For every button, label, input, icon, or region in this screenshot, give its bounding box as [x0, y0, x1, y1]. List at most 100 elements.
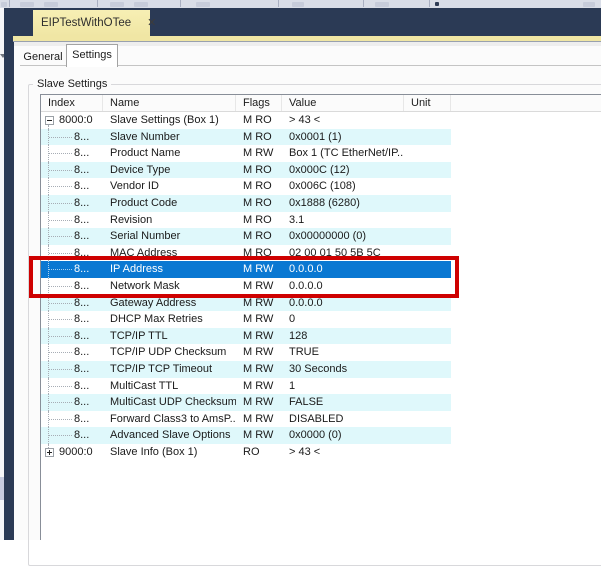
row-flags: M RW [236, 378, 282, 395]
row-flags: M RO [236, 129, 282, 146]
row-name: MultiCast TTL [103, 378, 236, 395]
row-flags: M RW [236, 361, 282, 378]
row-index: 8... [74, 295, 89, 312]
column-header-name[interactable]: Name [103, 95, 236, 111]
tree-line [49, 203, 72, 204]
row-value: 1 [282, 378, 404, 395]
row-value: 02 00 01 50 5B 5C [282, 245, 404, 262]
row-value: 0x1888 (6280) [282, 195, 404, 212]
row-unit [404, 261, 451, 278]
toolbar-button-partial[interactable] [583, 2, 595, 7]
row-index: 8... [74, 129, 89, 146]
tree-line [49, 253, 72, 254]
toolbar-button-partial[interactable] [292, 2, 304, 7]
row-value: DISABLED [282, 411, 404, 428]
row-value: 0.0.0.0 [282, 261, 404, 278]
tab-settings[interactable]: Settings [66, 44, 118, 67]
row-index: 8... [74, 145, 89, 162]
toolbar-button-partial[interactable] [1, 2, 7, 7]
table-row[interactable]: 8... Gateway Address M RW 0.0.0.0 [41, 295, 451, 312]
table-row[interactable]: 8... Vendor ID M RO 0x006C (108) [41, 178, 451, 195]
shell-left-strip [4, 8, 14, 540]
row-name: Product Name [103, 145, 236, 162]
row-name: Forward Class3 to AmsP... [103, 411, 236, 428]
toolbar-button-partial[interactable] [134, 2, 148, 7]
row-unit [404, 112, 451, 129]
table-row[interactable]: 8... MAC Address M RO 02 00 01 50 5B 5C [41, 245, 451, 262]
table-row[interactable]: 8... TCP/IP TTL M RW 128 [41, 328, 451, 345]
row-name: Slave Settings (Box 1) [103, 112, 236, 129]
toolbar-button-partial[interactable] [110, 2, 124, 7]
row-name: Vendor ID [103, 178, 236, 195]
row-unit [404, 427, 451, 444]
row-name: TCP/IP TCP Timeout [103, 361, 236, 378]
table-row[interactable]: 8... Product Code M RO 0x1888 (6280) [41, 195, 451, 212]
tree-line [49, 269, 72, 270]
toolbar-dropdown-dot[interactable] [435, 2, 439, 6]
table-row[interactable]: 8... Slave Number M RO 0x0001 (1) [41, 129, 451, 146]
table-row[interactable]: 8... MultiCast TTL M RW 1 [41, 378, 451, 395]
row-unit [404, 295, 451, 312]
row-name: IP Address [103, 261, 236, 278]
row-index: 8... [74, 178, 89, 195]
table-row[interactable]: 8000:0 Slave Settings (Box 1) M RO > 43 … [41, 112, 451, 129]
table-row[interactable]: 9000:0 Slave Info (Box 1) RO > 43 < [41, 444, 451, 461]
row-index: 8... [74, 328, 89, 345]
toolbar-button-partial[interactable] [20, 2, 34, 7]
toolbar-sliver [0, 0, 601, 8]
row-index-cell: 8... [41, 394, 103, 411]
table-row[interactable]: 8... Network Mask M RW 0.0.0.0 [41, 278, 451, 295]
tree-line [49, 303, 72, 304]
table-row[interactable]: 8... MultiCast UDP Checksum M RW FALSE [41, 394, 451, 411]
row-index-cell: 8... [41, 328, 103, 345]
toolbar-button-partial[interactable] [196, 2, 210, 7]
tree-line [49, 319, 72, 320]
row-value: 0x0000 (0) [282, 427, 404, 444]
row-value: > 43 < [282, 112, 404, 129]
row-value: 30 Seconds [282, 361, 404, 378]
table-row[interactable]: 8... TCP/IP UDP Checksum M RW TRUE [41, 344, 451, 361]
table-row[interactable]: 8... Serial Number M RO 0x00000000 (0) [41, 228, 451, 245]
close-icon[interactable]: ✕ [147, 18, 156, 28]
row-index-cell: 9000:0 [41, 444, 103, 461]
column-header-flags[interactable]: Flags [236, 95, 282, 111]
toolbar-separator [9, 0, 10, 7]
tab-strip-underline [13, 36, 601, 42]
tree-line [49, 435, 72, 436]
row-index: 8... [74, 411, 89, 428]
row-index-cell: 8... [41, 344, 103, 361]
tab-general[interactable]: General [20, 48, 66, 66]
table-row[interactable]: 8... Product Name M RW Box 1 (TC EtherNe… [41, 145, 451, 162]
row-index: 8... [74, 195, 89, 212]
row-index-cell: 8... [41, 212, 103, 229]
toolbar-button-partial[interactable] [375, 2, 389, 7]
row-flags: M RW [236, 295, 282, 312]
toolbar-button-partial[interactable] [44, 2, 58, 7]
row-value: 0x00000000 (0) [282, 228, 404, 245]
row-name: TCP/IP TTL [103, 328, 236, 345]
table-header: Index Name Flags Value Unit [41, 95, 601, 112]
tree-line [49, 336, 72, 337]
document-tab[interactable]: EIPTestWithOTee ✕ [33, 10, 150, 36]
row-name: TCP/IP UDP Checksum [103, 344, 236, 361]
table-row[interactable]: 8... Revision M RO 3.1 [41, 212, 451, 229]
row-flags: M RW [236, 411, 282, 428]
collapse-icon[interactable] [45, 116, 54, 125]
column-header-index[interactable]: Index [41, 95, 103, 111]
row-name: Gateway Address [103, 295, 236, 312]
table-row[interactable]: 8... Device Type M RO 0x000C (12) [41, 162, 451, 179]
expand-icon[interactable] [45, 448, 54, 457]
row-index-cell: 8... [41, 295, 103, 312]
table-row[interactable]: 8... DHCP Max Retries M RW 0 [41, 311, 451, 328]
tree-line [49, 236, 72, 237]
row-index: 8... [74, 427, 89, 444]
row-name: Serial Number [103, 228, 236, 245]
column-header-unit[interactable]: Unit [404, 95, 451, 111]
column-header-value[interactable]: Value [282, 95, 404, 111]
table-row[interactable]: 8... IP Address M RW 0.0.0.0 [41, 261, 451, 278]
table-row[interactable]: 8... Advanced Slave Options M RW 0x0000 … [41, 427, 451, 444]
tree-line [49, 419, 72, 420]
row-unit [404, 444, 451, 461]
table-row[interactable]: 8... Forward Class3 to AmsP... M RW DISA… [41, 411, 451, 428]
table-row[interactable]: 8... TCP/IP TCP Timeout M RW 30 Seconds [41, 361, 451, 378]
